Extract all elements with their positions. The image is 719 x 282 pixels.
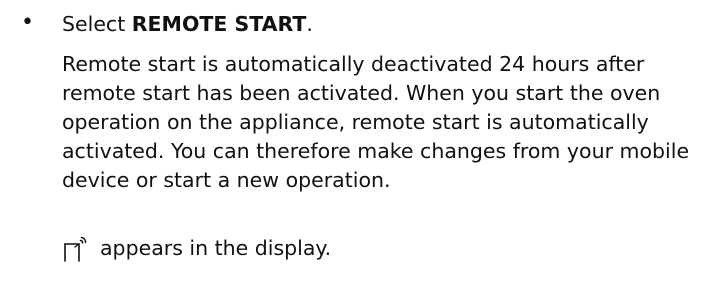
instruction-line: Select REMOTE START. (62, 8, 313, 40)
remote-start-keyword: REMOTE START (131, 12, 307, 36)
instruction-prefix: Select (62, 12, 132, 36)
explanation-paragraph: Remote start is automatically deactivate… (62, 52, 690, 192)
remote-start-icon (64, 236, 87, 262)
instruction-suffix: . (306, 12, 313, 36)
result-text: appears in the display. (100, 236, 332, 260)
bullet-icon: • (21, 10, 34, 35)
